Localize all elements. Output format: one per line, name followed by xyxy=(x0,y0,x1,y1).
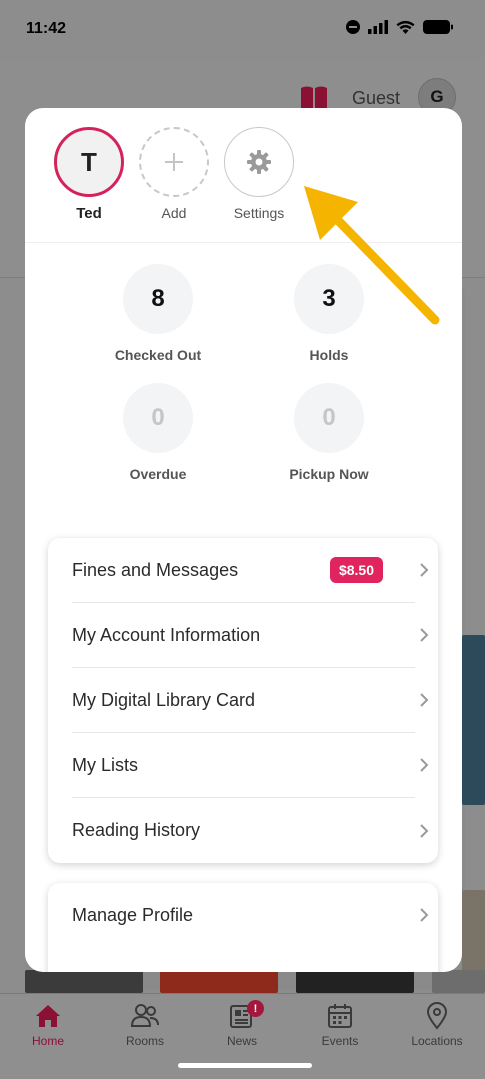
location-pin-icon xyxy=(426,1002,448,1030)
profile-name: Ted xyxy=(76,205,102,222)
home-indicator xyxy=(178,1063,312,1068)
stat-overdue[interactable]: 0 Overdue xyxy=(88,383,228,482)
profile-ted[interactable]: T Ted xyxy=(53,127,125,222)
chevron-right-icon xyxy=(420,823,429,838)
menu-my-lists[interactable]: My Lists xyxy=(72,733,429,798)
annotation-arrow-icon xyxy=(304,186,440,325)
profile-menu: Manage Profile xyxy=(48,883,438,972)
home-icon xyxy=(36,1005,60,1027)
menu-my-digital-library-card[interactable]: My Digital Library Card xyxy=(72,668,429,733)
settings-circle xyxy=(224,127,294,197)
menu-item-label: Manage Profile xyxy=(72,904,194,925)
nav-rooms-label: Rooms xyxy=(125,1034,164,1048)
nav-news-label: News xyxy=(226,1034,257,1048)
book-cover xyxy=(462,890,485,980)
checked-out-count: 8 xyxy=(123,264,193,334)
pickup-now-count: 0 xyxy=(294,383,364,453)
plus-icon xyxy=(165,153,183,171)
nav-events-label: Events xyxy=(321,1034,359,1048)
status-icons xyxy=(346,20,453,34)
nav-rooms[interactable]: Rooms xyxy=(105,1002,185,1048)
chevron-right-icon xyxy=(420,693,429,707)
menu-item-label: My Account Information xyxy=(72,624,261,645)
menu-item-label: Reading History xyxy=(72,820,201,840)
battery-icon xyxy=(423,20,453,34)
gear-icon xyxy=(247,150,271,174)
nav-locations[interactable]: Locations xyxy=(397,1002,477,1048)
account-menu: Fines and Messages $8.50 My Account Info… xyxy=(48,538,438,863)
focus-icon xyxy=(346,20,360,34)
overdue-label: Overdue xyxy=(129,466,187,482)
calendar-icon xyxy=(328,1004,352,1028)
menu-item-label: My Lists xyxy=(72,754,139,775)
chevron-right-icon xyxy=(420,758,429,772)
add-profile-circle xyxy=(139,127,209,197)
settings-label: Settings xyxy=(233,205,285,221)
guest-label: Guest xyxy=(352,88,401,108)
people-icon xyxy=(130,1004,159,1027)
book-cover xyxy=(462,635,485,805)
book-cover xyxy=(296,970,414,993)
add-profile-button[interactable]: Add xyxy=(138,127,210,221)
add-profile-label: Add xyxy=(161,205,187,221)
menu-reading-history[interactable]: Reading History xyxy=(72,798,429,863)
checked-out-label: Checked Out xyxy=(114,347,202,363)
nav-events[interactable]: Events xyxy=(300,1002,380,1048)
news-badge: ! xyxy=(247,1000,264,1017)
status-time: 11:42 xyxy=(26,20,67,37)
profile-avatar: T xyxy=(54,127,124,197)
stat-checked-out[interactable]: 8 Checked Out xyxy=(88,264,228,363)
menu-item-label: My Digital Library Card xyxy=(72,689,256,710)
status-bar: 11:42 xyxy=(0,0,485,60)
nav-home-label: Home xyxy=(31,1034,64,1048)
chevron-right-icon xyxy=(420,908,429,922)
book-cover xyxy=(25,970,143,993)
menu-fines-and-messages[interactable]: Fines and Messages $8.50 xyxy=(72,538,429,603)
menu-my-account-information[interactable]: My Account Information xyxy=(72,603,429,668)
chevron-right-icon xyxy=(420,628,429,642)
nav-news[interactable]: ! News xyxy=(202,1000,282,1048)
book-cover xyxy=(432,970,485,993)
pickup-now-label: Pickup Now xyxy=(289,466,369,482)
stat-pickup-now[interactable]: 0 Pickup Now xyxy=(259,383,399,482)
overdue-count: 0 xyxy=(123,383,193,453)
menu-manage-profile[interactable]: Manage Profile xyxy=(72,883,429,947)
holds-label: Holds xyxy=(309,347,349,363)
book-cover xyxy=(160,970,278,993)
signal-icon xyxy=(368,20,388,34)
nav-home[interactable]: Home xyxy=(8,1002,88,1048)
wifi-icon xyxy=(396,20,415,34)
nav-locations-label: Locations xyxy=(411,1034,463,1048)
menu-item-label: Fines and Messages xyxy=(72,559,239,580)
chevron-right-icon xyxy=(420,563,429,577)
settings-button[interactable]: Settings xyxy=(223,127,295,221)
fines-badge: $8.50 xyxy=(329,557,383,583)
